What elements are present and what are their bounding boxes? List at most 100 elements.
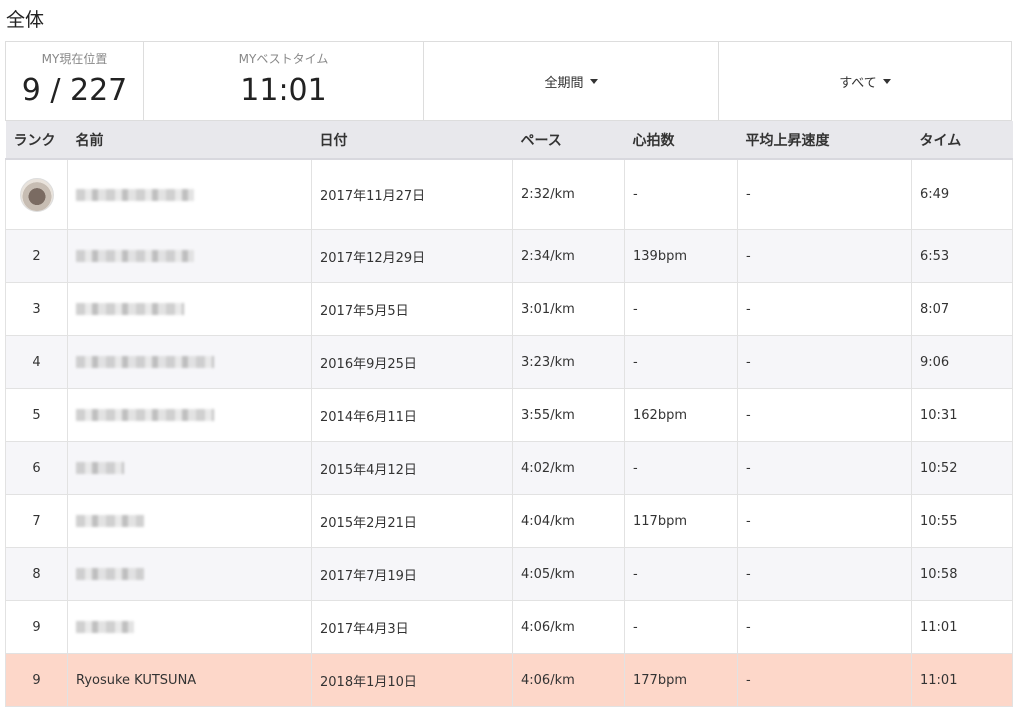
blurred-name[interactable]: [76, 515, 144, 527]
date-link[interactable]: 2017年11月27日: [311, 158, 513, 230]
blurred-name[interactable]: [76, 568, 144, 580]
name-cell[interactable]: [67, 158, 312, 230]
date-link[interactable]: 2016年9月25日: [311, 335, 513, 389]
pace-cell: 2:34/km: [512, 229, 625, 283]
climb-rate-cell: -: [737, 335, 912, 389]
type-filter-dropdown[interactable]: すべて: [719, 42, 1011, 120]
rank-cell: 9: [5, 600, 68, 654]
time-cell: 11:01: [911, 600, 1013, 654]
name-cell[interactable]: [67, 229, 312, 283]
period-filter-dropdown[interactable]: 全期間: [424, 42, 719, 120]
caret-down-icon: [589, 78, 598, 84]
my-position-label: MY現在位置: [41, 52, 108, 66]
table-row[interactable]: 4 2016年9月25日 3:23/km - -9:06: [5, 335, 1013, 389]
pace-cell: 4:02/km: [512, 441, 625, 495]
table-row[interactable]: 2 2017年12月29日 2:34/km 139bpm -6:53: [5, 229, 1013, 283]
climb-rate-cell: -: [737, 388, 912, 442]
heart-rate-cell: -: [624, 335, 738, 389]
table-row[interactable]: 3 2017年5月5日 3:01/km - -8:07: [5, 282, 1013, 336]
rank-cell: 7: [5, 494, 68, 548]
period-filter-label: 全期間: [544, 75, 584, 91]
climb-rate-cell: -: [737, 547, 912, 601]
pace-cell: 4:06/km: [512, 653, 625, 707]
pace-cell: 4:06/km: [512, 600, 625, 654]
heart-rate-cell: -: [624, 282, 738, 336]
pace-cell: 2:32/km: [512, 158, 625, 230]
blurred-name[interactable]: [76, 250, 194, 262]
date-link[interactable]: 2015年2月21日: [311, 494, 513, 548]
time-cell: 10:55: [911, 494, 1013, 548]
rank-cell: 5: [5, 388, 68, 442]
type-filter-label: すべて: [839, 75, 877, 91]
my-position-value: 9 / 227: [21, 73, 128, 108]
pace-cell: 3:23/km: [512, 335, 625, 389]
name-cell[interactable]: [67, 335, 312, 389]
time-cell: 8:07: [911, 282, 1013, 336]
climb-rate-cell: -: [737, 494, 912, 548]
heart-rate-cell: -: [624, 547, 738, 601]
date-link[interactable]: 2017年4月3日: [311, 600, 513, 654]
column-header-heart-rate[interactable]: 心拍数: [624, 121, 738, 160]
name-cell[interactable]: [67, 600, 312, 654]
time-cell: 11:01: [911, 653, 1013, 707]
name-cell[interactable]: [67, 282, 312, 336]
heart-rate-cell: -: [624, 441, 738, 495]
pace-cell: 4:04/km: [512, 494, 625, 548]
table-row-self[interactable]: 9 Ryosuke KUTSUNA 2018年1月10日 4:06/km 177bpm -…: [5, 653, 1013, 707]
blurred-name[interactable]: [76, 462, 124, 474]
blurred-name[interactable]: [76, 188, 194, 201]
time-cell: 9:06: [911, 335, 1013, 389]
rank-cell: [5, 158, 68, 230]
table-row[interactable]: 8 2017年7月19日 4:05/km - -10:58: [5, 547, 1013, 601]
table-row[interactable]: 6 2015年4月12日 4:02/km - -10:52: [5, 441, 1013, 495]
climb-rate-cell: -: [737, 158, 912, 230]
date-link[interactable]: 2017年5月5日: [311, 282, 513, 336]
climb-rate-cell: -: [737, 600, 912, 654]
blurred-name[interactable]: [76, 356, 214, 368]
time-cell: 6:53: [911, 229, 1013, 283]
climb-rate-cell: -: [737, 229, 912, 283]
rank-cell: 6: [5, 441, 68, 495]
column-header-time[interactable]: タイム: [911, 121, 1013, 160]
name-cell[interactable]: Ryosuke KUTSUNA: [67, 653, 312, 707]
date-link[interactable]: 2017年12月29日: [311, 229, 513, 283]
date-link[interactable]: 2018年1月10日: [311, 653, 513, 707]
pace-cell: 3:55/km: [512, 388, 625, 442]
table-header-row: ランク 名前 日付 ペース 心拍数 平均上昇速度 タイム: [5, 121, 1013, 160]
column-header-date[interactable]: 日付: [311, 121, 513, 160]
table-row[interactable]: 7 2015年2月21日 4:04/km 117bpm -10:55: [5, 494, 1013, 548]
climb-rate-cell: -: [737, 653, 912, 707]
name-cell[interactable]: [67, 441, 312, 495]
table-row[interactable]: 2017年11月27日 2:32/km - -6:49: [5, 158, 1013, 230]
rank-cell: 3: [5, 282, 68, 336]
time-cell: 6:49: [911, 158, 1013, 230]
date-link[interactable]: 2015年4月12日: [311, 441, 513, 495]
column-header-climb-rate[interactable]: 平均上昇速度: [737, 121, 912, 160]
date-link[interactable]: 2017年7月19日: [311, 547, 513, 601]
table-row[interactable]: 5 2014年6月11日 3:55/km 162bpm -10:31: [5, 388, 1013, 442]
heart-rate-cell: -: [624, 158, 738, 230]
blurred-name[interactable]: [76, 303, 184, 315]
heart-rate-cell: 162bpm: [624, 388, 738, 442]
name-cell[interactable]: [67, 388, 312, 442]
rank-cell: 9: [5, 653, 68, 707]
name-cell[interactable]: [67, 494, 312, 548]
rank-cell: 4: [5, 335, 68, 389]
blurred-name[interactable]: [76, 621, 134, 633]
column-header-pace[interactable]: ペース: [512, 121, 625, 160]
pace-cell: 4:05/km: [512, 547, 625, 601]
my-position-stat: MY現在位置 9 / 227: [6, 42, 144, 120]
heart-rate-cell: 177bpm: [624, 653, 738, 707]
column-header-rank[interactable]: ランク: [5, 121, 68, 160]
blurred-name[interactable]: [76, 409, 214, 421]
time-cell: 10:31: [911, 388, 1013, 442]
pace-cell: 3:01/km: [512, 282, 625, 336]
rank-cell: 2: [5, 229, 68, 283]
avatar[interactable]: [19, 177, 54, 212]
table-row[interactable]: 9 2017年4月3日 4:06/km - -11:01: [5, 600, 1013, 654]
climb-rate-cell: -: [737, 441, 912, 495]
name-cell[interactable]: [67, 547, 312, 601]
page-title: 全体: [6, 9, 45, 31]
date-link[interactable]: 2014年6月11日: [311, 388, 513, 442]
column-header-name[interactable]: 名前: [67, 121, 312, 160]
